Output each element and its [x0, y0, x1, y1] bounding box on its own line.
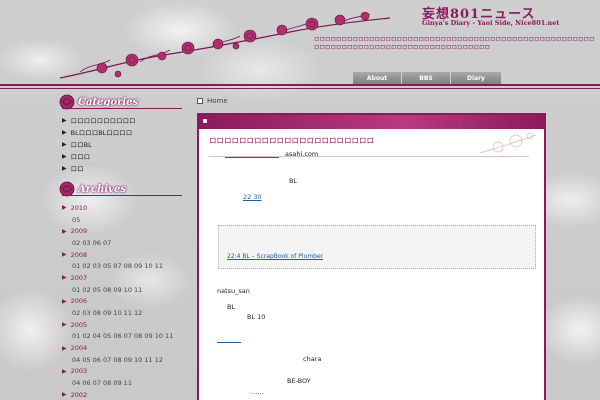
- archive-year[interactable]: ▶ 2007: [62, 272, 180, 284]
- category-label: ロロロ: [70, 153, 91, 161]
- triangle-right-icon: ▶: [62, 274, 67, 282]
- nav-bbs[interactable]: BBS: [402, 71, 450, 84]
- quote-block: 22:4 BL – ScrapBook of Plumber: [218, 225, 536, 269]
- header-divider-thin: [0, 88, 600, 89]
- archive-year[interactable]: ▶ 2005: [62, 319, 180, 331]
- post-link[interactable]: 22 30: [243, 193, 262, 201]
- quote-link[interactable]: 22:4 BL – ScrapBook of Plumber: [227, 253, 323, 260]
- categories-heading: Categories: [58, 93, 182, 111]
- breadcrumb: Home: [197, 97, 228, 105]
- category-list: ▶ ロロロロロロロロロロ ▶ BLロロロBLロロロロ ▶ ロロBL ▶ ロロロ ▶ ロロ: [62, 114, 136, 174]
- breadcrumb-home[interactable]: Home: [207, 97, 228, 105]
- triangle-right-icon: ▶: [62, 391, 67, 399]
- category-label: ロロロロロロロロロロ: [70, 117, 136, 125]
- home-icon: [197, 98, 203, 104]
- archive-months[interactable]: 02 03 08 09 10 11 12: [62, 307, 180, 319]
- site-description: ロロロロロロロロロロロロロロロロロロロロロロロロロロロロロロロロロロロロロロロロ…: [314, 37, 595, 51]
- archive-months[interactable]: 04 06 07 08 09 11: [62, 377, 180, 389]
- rose-ornament-icon: [479, 132, 537, 154]
- archive-year-label: 2002: [70, 390, 88, 399]
- post-text: BL 10: [247, 313, 266, 321]
- archive-year[interactable]: ▶ 2009: [62, 225, 180, 237]
- triangle-right-icon: ▶: [62, 367, 67, 375]
- archive-year[interactable]: ▶ 2006: [62, 296, 180, 308]
- source-link[interactable]: [225, 152, 279, 158]
- archive-year-label: 2006: [70, 297, 88, 306]
- main-nav: About BBS Diary: [353, 71, 502, 84]
- archive-year-label: 2003: [70, 367, 88, 376]
- archive-months[interactable]: 05: [62, 214, 180, 226]
- archive-year[interactable]: ▶ 2004: [62, 342, 180, 354]
- category-label: ロロBL: [70, 141, 92, 149]
- archives-heading: Archives: [58, 180, 182, 198]
- site-header: 妄想801ニュース Ginya's Diary - Yaoi Side, Nic…: [0, 0, 600, 84]
- triangle-right-icon: ▶: [62, 116, 67, 124]
- post-panel: ロロロロロロロロロロロロロロロロロロロロロロ asahi.com BL 22 3…: [197, 113, 546, 400]
- header-divider: [0, 84, 600, 86]
- post-text: BL: [227, 303, 236, 311]
- post-text: ……: [251, 388, 264, 396]
- triangle-right-icon: ▶: [62, 204, 67, 212]
- archive-year-label: 2007: [70, 273, 88, 282]
- triangle-right-icon: ▶: [62, 227, 67, 235]
- triangle-right-icon: ▶: [62, 164, 67, 172]
- category-item[interactable]: ▶ ロロロロロロロロロロ: [62, 114, 136, 126]
- archive-year[interactable]: ▶ 2010: [62, 202, 180, 214]
- triangle-right-icon: ▶: [62, 128, 67, 136]
- category-item[interactable]: ▶ ロロロ: [62, 150, 136, 162]
- archive-months[interactable]: 02 03 06 07: [62, 237, 180, 249]
- archive-months[interactable]: 01 02 05 08 09 10 11: [62, 284, 180, 296]
- category-label: BLロロロBLロロロロ: [70, 129, 133, 137]
- triangle-right-icon: ▶: [62, 152, 67, 160]
- post-panel-header: [199, 115, 544, 129]
- archive-year[interactable]: ▶ 2002: [62, 389, 180, 400]
- categories-heading-label: Categories: [78, 97, 139, 108]
- archive-year-label: 2010: [70, 203, 88, 212]
- archive-year-label: 2009: [70, 227, 88, 236]
- post-divider: [209, 156, 529, 157]
- post-author: natsu_san: [217, 287, 250, 295]
- category-item[interactable]: ▶ BLロロロBLロロロロ: [62, 126, 136, 138]
- category-label: ロロ: [70, 165, 84, 173]
- triangle-right-icon: ▶: [62, 344, 67, 352]
- triangle-right-icon: ▶: [62, 140, 67, 148]
- post-text: BL: [289, 177, 298, 185]
- archive-months[interactable]: 01 02 03 05 07 08 09 10 11: [62, 260, 180, 272]
- nav-about[interactable]: About: [353, 71, 401, 84]
- archive-year-label: 2005: [70, 320, 88, 329]
- archive-year-label: 2004: [70, 344, 88, 353]
- post-text: chara: [303, 355, 322, 363]
- archive-year[interactable]: ▶ 2008: [62, 249, 180, 261]
- post-text: BE-BOY: [287, 377, 311, 385]
- archive-year[interactable]: ▶ 2003: [62, 366, 180, 378]
- archive-year-label: 2008: [70, 250, 88, 259]
- category-item[interactable]: ▶ ロロBL: [62, 138, 136, 150]
- triangle-right-icon: ▶: [62, 297, 67, 305]
- nav-diary[interactable]: Diary: [451, 71, 501, 84]
- heading-underline: [62, 108, 182, 109]
- archive-months[interactable]: 01 02 04 05 06 07 08 09 10 11: [62, 331, 180, 343]
- triangle-right-icon: ▶: [62, 321, 67, 329]
- heading-underline: [62, 195, 182, 196]
- post-title[interactable]: ロロロロロロロロロロロロロロロロロロロロロロ: [209, 135, 374, 146]
- post-inline-link[interactable]: [217, 337, 241, 343]
- square-bullet-icon: [203, 119, 207, 123]
- category-item[interactable]: ▶ ロロ: [62, 162, 136, 174]
- archive-months[interactable]: 04 05 06 07 08 09 10 11 12: [62, 354, 180, 366]
- triangle-right-icon: ▶: [62, 251, 67, 259]
- archive-list: ▶ 2010 05 ▶ 2009 02 03 06 07 ▶ 2008 01 02 0…: [62, 202, 180, 400]
- site-subtitle: Ginya's Diary - Yaoi Side, Nice801.net: [422, 19, 560, 27]
- archives-heading-label: Archives: [78, 184, 126, 195]
